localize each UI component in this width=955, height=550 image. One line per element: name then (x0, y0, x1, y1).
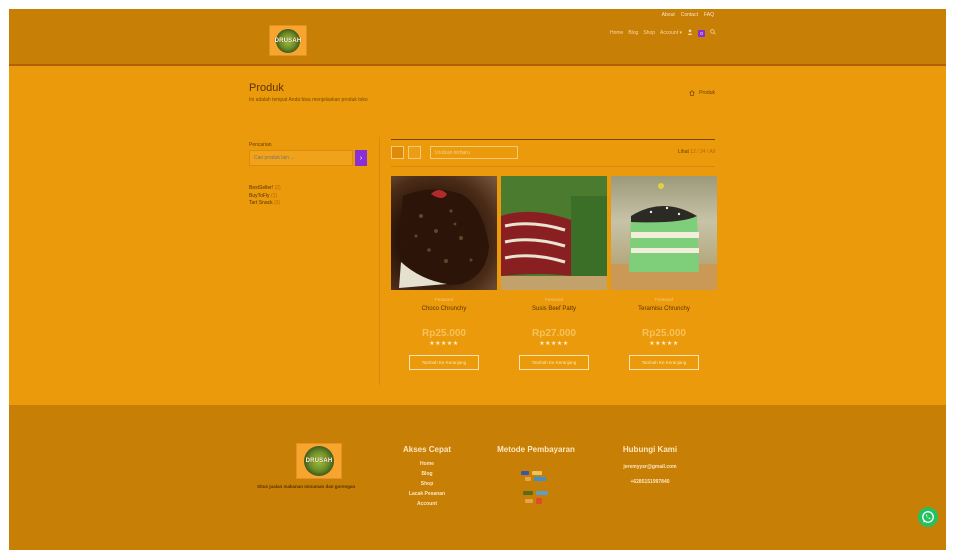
chevron-down-icon: ▾ (679, 30, 682, 36)
logo-emblem: DRUSAH (304, 446, 334, 476)
rating-stars: ★★★★★ (539, 341, 569, 347)
show-label: Lihat (678, 149, 689, 155)
footer-link-blog[interactable]: Blog (402, 469, 452, 479)
product-price: Rp25.000 (422, 328, 466, 339)
site-logo[interactable]: DRUSAH (269, 25, 307, 56)
grid-view-button[interactable] (391, 146, 404, 159)
product-price: Rp27.000 (532, 328, 576, 339)
add-to-cart-button[interactable]: Tambah Ke Keranjang (629, 355, 699, 370)
footer-logo[interactable]: DRUSAH (296, 443, 342, 479)
contact-phone[interactable]: +6285151997840 (609, 475, 691, 490)
breadcrumb-current: Produk (699, 90, 715, 96)
logo-text: DRUSAH (305, 458, 333, 464)
product-price: Rp25.000 (642, 328, 686, 339)
logo-text: DRUSAH (274, 37, 302, 44)
sort-select[interactable]: Urutkan terbaru (430, 146, 518, 159)
site-header: About Contact FAQ DRUSAH Home Blog Shop … (9, 9, 946, 66)
top-links: About Contact FAQ (662, 12, 714, 18)
search-submit-button[interactable]: › (355, 150, 367, 166)
toolbar-bottom-rule (391, 166, 715, 167)
category-list: BestSeller! (2) BuyToFly (1) Tart Snack … (249, 185, 281, 208)
product-search-input[interactable] (249, 150, 353, 166)
category-item[interactable]: BuyToFly (1) (249, 193, 281, 201)
category-count: (3) (274, 200, 281, 206)
product-image[interactable] (611, 176, 717, 290)
category-label: Tart Snack (249, 200, 273, 206)
page-subtitle: Ini adalah tempat Anda bisa menjelaskan … (249, 97, 368, 103)
category-count: (1) (270, 192, 278, 199)
payment-logo (523, 491, 533, 495)
footer-quick-links: Akses Cepat Home Blog Shop Lacak Pesanan… (402, 445, 452, 509)
logo-emblem: DRUSAH (274, 28, 302, 53)
product-image[interactable] (391, 176, 497, 290)
home-icon[interactable] (689, 90, 695, 98)
product-category: Featured (654, 297, 673, 302)
footer-link-shop[interactable]: Shop (402, 479, 452, 489)
footer-tagline: Situs jualan makanan minuman dan gorenga… (257, 484, 356, 489)
contact-email[interactable]: jeremyysr@gmail.com (609, 460, 691, 475)
nav-shop[interactable]: Shop (643, 30, 655, 36)
payment-logo (536, 491, 548, 495)
nav-account-label: Account (660, 30, 679, 36)
rating-stars: ★★★★★ (649, 341, 679, 347)
category-count: (2) (274, 185, 281, 191)
footer-link-home[interactable]: Home (402, 459, 452, 469)
category-item[interactable]: Tart Snack (3) (249, 200, 281, 208)
list-view-button[interactable] (408, 146, 421, 159)
footer-contact: Hubungi Kami jeremyysr@gmail.com +628515… (609, 445, 691, 490)
footer-heading: Akses Cepat (402, 445, 452, 454)
payment-logo (536, 498, 542, 504)
product-image[interactable] (501, 176, 607, 290)
product-card: Featured Choco Chrunchy Rp25.000 ★★★★★ T… (391, 176, 497, 370)
add-to-cart-button[interactable]: Tambah Ke Keranjang (519, 355, 589, 370)
product-category: Featured (544, 297, 563, 302)
payment-logo (534, 477, 546, 481)
rating-stars: ★★★★★ (429, 341, 459, 347)
product-name[interactable]: Teramisu Chrunchy (611, 306, 717, 312)
add-to-cart-button[interactable]: Tambah Ke Keranjang (409, 355, 479, 370)
footer-payment-methods: Metode Pembayaran (497, 445, 575, 504)
chevron-right-icon: › (359, 154, 363, 162)
page-title: Produk (249, 82, 284, 94)
product-name[interactable]: Susis Beef Patty (501, 306, 607, 312)
category-label: BuyToFly (249, 192, 270, 199)
nav-account[interactable]: Account ▾ (660, 30, 682, 36)
top-link-faq[interactable]: FAQ (704, 12, 714, 18)
page-frame: About Contact FAQ DRUSAH Home Blog Shop … (9, 9, 946, 550)
payment-logo (532, 471, 542, 475)
nav-blog[interactable]: Blog (628, 30, 638, 36)
cart-count-badge[interactable]: 0 (698, 29, 705, 37)
product-card: Featured Teramisu Chrunchy Rp25.000 ★★★★… (611, 176, 717, 370)
payment-logos (497, 454, 575, 504)
show-per-page[interactable]: Lihat 12 / 24 / All (678, 149, 715, 155)
payment-logo (525, 499, 533, 503)
top-link-about[interactable]: About (662, 12, 675, 18)
main-nav: Home Blog Shop Account ▾ 0 (610, 29, 716, 37)
footer-link-account[interactable]: Account (402, 499, 452, 509)
user-icon[interactable] (687, 29, 693, 37)
search-icon[interactable] (710, 29, 716, 37)
whatsapp-icon[interactable] (918, 507, 938, 527)
footer-heading: Metode Pembayaran (497, 445, 575, 454)
product-name[interactable]: Choco Chrunchy (391, 306, 497, 312)
category-item[interactable]: BestSeller! (2) (249, 185, 281, 193)
product-card: Featured Susis Beef Patty Rp27.000 ★★★★★… (501, 176, 607, 370)
nav-home[interactable]: Home (610, 30, 623, 36)
show-value: 12 / 24 / All (690, 149, 715, 155)
footer-heading: Hubungi Kami (622, 445, 678, 454)
toolbar-top-rule (391, 139, 715, 140)
breadcrumb: Produk (689, 90, 715, 98)
sidebar-divider (379, 137, 380, 385)
footer-link-track-order[interactable]: Lacak Pesanan (402, 489, 452, 499)
site-footer: DRUSAH Situs jualan makanan minuman dan … (9, 405, 946, 550)
payment-logo (525, 477, 531, 481)
category-label: BestSeller! (249, 185, 274, 191)
product-category: Featured (434, 297, 453, 302)
top-link-contact[interactable]: Contact (681, 12, 698, 18)
payment-logo (521, 471, 529, 475)
search-label: Pencarian (249, 142, 272, 148)
